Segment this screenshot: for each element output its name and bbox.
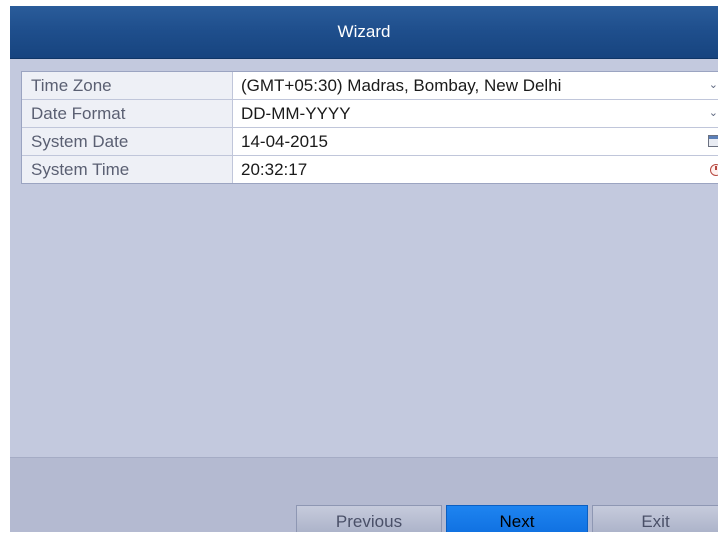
time-zone-dropdown[interactable]: ⌄	[705, 72, 718, 99]
system-date-field[interactable]: 14-04-2015	[234, 128, 718, 155]
chevron-down-icon: ⌄	[708, 79, 718, 91]
time-zone-row: Time Zone (GMT+05:30) Madras, Bombay, Ne…	[22, 72, 718, 100]
system-time-row: System Time 20:32:17	[22, 156, 718, 183]
next-button[interactable]: Next	[446, 505, 588, 532]
calendar-button[interactable]	[705, 128, 718, 155]
chevron-down-icon: ⌄	[708, 107, 718, 119]
window-title: Wizard	[337, 22, 391, 41]
previous-button[interactable]: Previous	[296, 505, 442, 532]
time-zone-select[interactable]: (GMT+05:30) Madras, Bombay, New Delhi	[234, 72, 718, 99]
date-format-select[interactable]: DD-MM-YYYY	[234, 100, 718, 127]
system-time-label: System Time	[22, 156, 233, 183]
system-time-field[interactable]: 20:32:17	[234, 156, 718, 183]
date-format-label: Date Format	[22, 100, 233, 127]
system-date-row: System Date 14-04-2015	[22, 128, 718, 156]
time-picker-button[interactable]	[705, 156, 718, 183]
clock-icon	[710, 164, 718, 176]
calendar-icon	[708, 135, 718, 147]
button-bar: Previous Next Exit	[10, 457, 718, 532]
time-zone-label: Time Zone	[22, 72, 233, 99]
system-date-label: System Date	[22, 128, 233, 155]
date-format-dropdown[interactable]: ⌄	[705, 100, 718, 127]
title-bar: Wizard	[10, 6, 718, 59]
exit-button[interactable]: Exit	[592, 505, 718, 532]
settings-form: Time Zone (GMT+05:30) Madras, Bombay, Ne…	[21, 71, 718, 184]
date-format-row: Date Format DD-MM-YYYY ⌄	[22, 100, 718, 128]
wizard-window: Wizard Time Zone (GMT+05:30) Madras, Bom…	[10, 6, 718, 532]
